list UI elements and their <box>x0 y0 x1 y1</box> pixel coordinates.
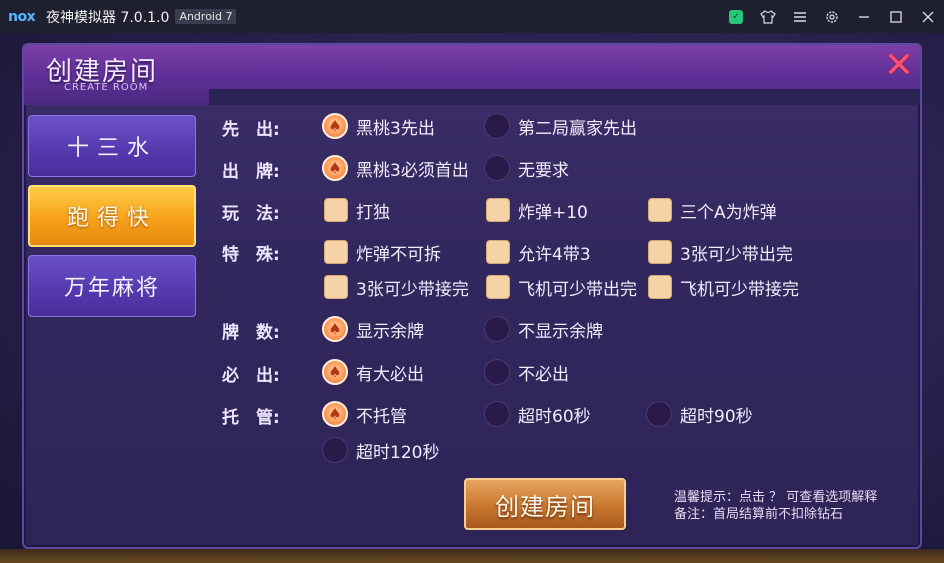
option-special-2[interactable]: 3张可少带出完 <box>648 239 793 265</box>
checkbox-icon <box>486 198 510 222</box>
checkbox-icon <box>486 275 510 299</box>
option-play-spade3[interactable]: ♠ 黑桃3必须首出 <box>322 155 469 181</box>
shirt-icon[interactable] <box>752 0 784 33</box>
option-label: 3张可少带出完 <box>680 244 793 265</box>
option-label: 不托管 <box>356 406 407 427</box>
dialog-subtitle: CREATE ROOM <box>64 82 149 93</box>
radio-icon <box>646 401 672 427</box>
window-close-icon[interactable] <box>912 0 944 33</box>
close-button[interactable]: ✕ <box>884 48 914 84</box>
tab-shisanshui[interactable]: 十三水 <box>28 115 196 177</box>
option-trustee-60[interactable]: 超时60秒 <box>484 401 591 427</box>
option-label: 不显示余牌 <box>518 321 603 342</box>
option-first-winner[interactable]: 第二局赢家先出 <box>484 113 637 139</box>
option-label: 炸弹不可拆 <box>356 244 441 265</box>
android-version-badge: Android 7 <box>175 9 237 24</box>
radio-icon <box>322 437 348 463</box>
option-label: 飞机可少带接完 <box>680 279 799 300</box>
option-label: 打独 <box>356 202 390 223</box>
option-play-none[interactable]: 无要求 <box>484 155 569 181</box>
option-label: 允许4带3 <box>518 244 591 265</box>
option-special-4[interactable]: 飞机可少带出完 <box>486 274 637 300</box>
checkbox-icon <box>648 198 672 222</box>
checkbox-icon <box>324 240 348 264</box>
checkbox-icon <box>324 275 348 299</box>
checkbox-icon <box>324 198 348 222</box>
emulator-titlebar: nox 夜神模拟器 7.0.1.0 Android 7 ✓ <box>0 0 944 33</box>
row-label-special: 特 殊: <box>222 245 280 265</box>
radio-icon <box>484 316 510 342</box>
store-icon[interactable]: ✓ <box>720 0 752 33</box>
option-first-spade3[interactable]: ♠ 黑桃3先出 <box>322 113 435 139</box>
nox-logo: nox <box>8 8 36 25</box>
radio-icon <box>484 113 510 139</box>
create-room-dialog: 创建房间 CREATE ROOM ✕ 十三水 跑得快 万年麻将 先 出: ♠ 黑… <box>22 43 922 549</box>
spade-radio-icon: ♠ <box>322 401 348 427</box>
option-trustee-120[interactable]: 超时120秒 <box>322 437 439 463</box>
spade-radio-icon: ♠ <box>322 113 348 139</box>
option-trustee-none[interactable]: ♠ 不托管 <box>322 401 407 427</box>
option-count-show[interactable]: ♠ 显示余牌 <box>322 316 424 342</box>
game-bottom-bar <box>0 549 944 563</box>
checkbox-icon <box>486 240 510 264</box>
option-label: 第二局赢家先出 <box>518 118 637 139</box>
minimize-icon[interactable] <box>848 0 880 33</box>
tab-paodekuai[interactable]: 跑得快 <box>28 185 196 247</box>
option-label: 黑桃3先出 <box>356 118 435 139</box>
option-label: 超时90秒 <box>680 406 753 427</box>
option-must-yes[interactable]: ♠ 有大必出 <box>322 359 424 385</box>
option-label: 超时120秒 <box>356 442 440 463</box>
option-label: 3张可少带接完 <box>356 279 469 300</box>
dialog-header <box>24 45 920 105</box>
row-label-first: 先 出: <box>222 120 280 140</box>
option-special-1[interactable]: 允许4带3 <box>486 239 591 265</box>
option-trustee-90[interactable]: 超时90秒 <box>646 401 753 427</box>
row-label-count: 牌 数: <box>222 323 280 343</box>
row-label-trustee: 托 管: <box>222 408 280 428</box>
row-label-play: 出 牌: <box>222 162 280 182</box>
option-label: 三个A为炸弹 <box>680 202 777 223</box>
option-rules-three-a[interactable]: 三个A为炸弹 <box>648 197 777 223</box>
spade-radio-icon: ♠ <box>322 155 348 181</box>
option-special-0[interactable]: 炸弹不可拆 <box>324 239 441 265</box>
option-label: 有大必出 <box>356 364 424 385</box>
menu-icon[interactable] <box>784 0 816 33</box>
option-rules-bomb10[interactable]: 炸弹+10 <box>486 197 588 223</box>
maximize-icon[interactable] <box>880 0 912 33</box>
radio-icon <box>484 155 510 181</box>
option-rules-dadu[interactable]: 打独 <box>324 197 390 223</box>
app-title: 夜神模拟器 7.0.1.0 <box>46 9 170 26</box>
option-label: 炸弹+10 <box>518 202 588 223</box>
option-special-3[interactable]: 3张可少带接完 <box>324 274 469 300</box>
option-label: 无要求 <box>518 160 569 181</box>
row-label-rules: 玩 法: <box>222 204 280 224</box>
row-label-must: 必 出: <box>222 366 280 386</box>
note-text: 备注：首局结算前不扣除钻石 <box>674 507 844 522</box>
radio-icon <box>484 401 510 427</box>
option-label: 黑桃3必须首出 <box>356 160 469 181</box>
option-must-no[interactable]: 不必出 <box>484 359 569 385</box>
spade-radio-icon: ♠ <box>322 359 348 385</box>
create-room-button[interactable]: 创建房间 <box>464 478 626 530</box>
checkbox-icon <box>648 240 672 264</box>
option-label: 显示余牌 <box>356 321 424 342</box>
settings-icon[interactable] <box>816 0 848 33</box>
option-label: 超时60秒 <box>518 406 591 427</box>
option-count-hide[interactable]: 不显示余牌 <box>484 316 603 342</box>
radio-icon <box>484 359 510 385</box>
checkbox-icon <box>648 275 672 299</box>
tab-mahjong[interactable]: 万年麻将 <box>28 255 196 317</box>
spade-radio-icon: ♠ <box>322 316 348 342</box>
option-special-5[interactable]: 飞机可少带接完 <box>648 274 799 300</box>
option-label: 飞机可少带出完 <box>518 279 637 300</box>
option-label: 不必出 <box>518 364 569 385</box>
